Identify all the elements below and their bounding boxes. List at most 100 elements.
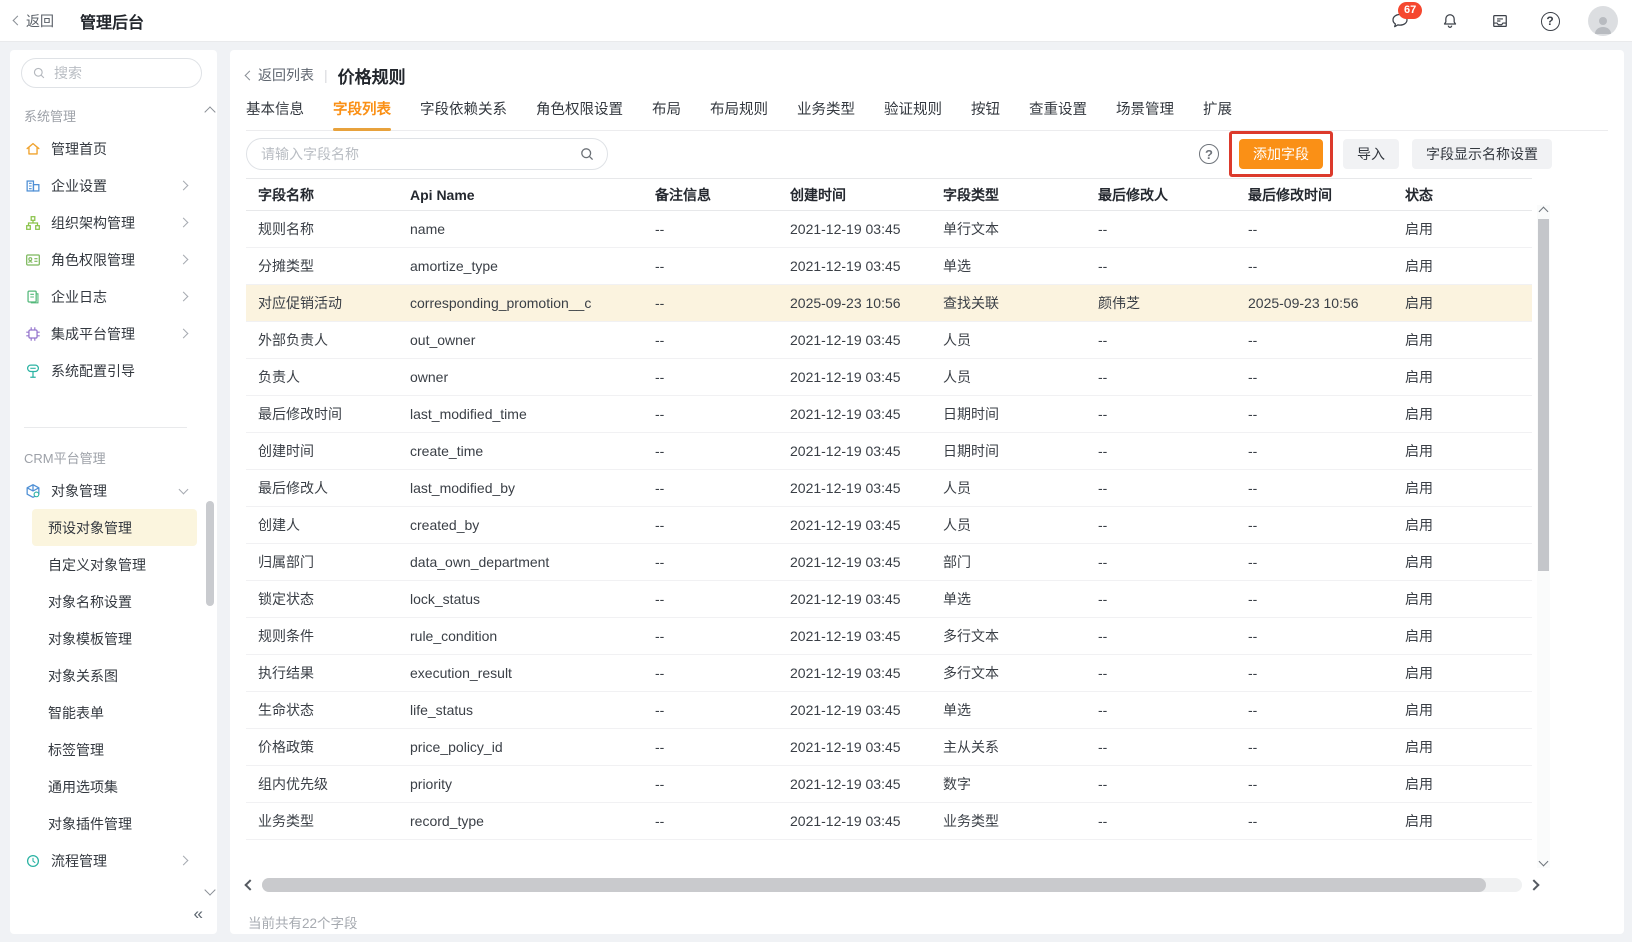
sidebar-subitem-smart-form[interactable]: 智能表单	[32, 694, 197, 731]
tab-field-list[interactable]: 字段列表	[333, 98, 391, 131]
table-header-row: 字段名称Api Name备注信息创建时间字段类型最后修改人最后修改时间状态	[246, 178, 1532, 211]
sidebar-subitem-object-template[interactable]: 对象模板管理	[32, 620, 197, 657]
sidebar-item-enterprise-log[interactable]: 企业日志	[10, 278, 203, 315]
scroll-down-icon[interactable]	[204, 884, 215, 895]
back-chevron-icon	[13, 16, 23, 26]
header-divider: |	[324, 67, 328, 83]
table-row[interactable]: 执行结果execution_result--2021-12-19 03:45多行…	[246, 655, 1532, 692]
back-to-list-button[interactable]: 返回列表	[246, 65, 314, 85]
sidebar-subitem-object-plugin[interactable]: 对象插件管理	[32, 805, 197, 842]
topbar-back-button[interactable]: 返回	[14, 11, 54, 31]
table-row[interactable]: 创建时间create_time--2021-12-19 03:45日期时间---…	[246, 433, 1532, 470]
scroll-right-icon[interactable]	[1528, 879, 1539, 890]
table-row[interactable]: 锁定状态lock_status--2021-12-19 03:45单选----启…	[246, 581, 1532, 618]
scrollbar-thumb[interactable]	[1538, 219, 1549, 571]
table-row[interactable]: 业务类型record_type--2021-12-19 03:45业务类型---…	[246, 803, 1532, 840]
table-cell: 启用	[1405, 441, 1532, 461]
tab-field-dependency[interactable]: 字段依赖关系	[420, 98, 507, 131]
help-icon[interactable]: ?	[1538, 9, 1562, 33]
table-cell: life_status	[410, 702, 655, 718]
table-vertical-scrollbar[interactable]	[1537, 205, 1550, 868]
table-cell: lock_status	[410, 591, 655, 607]
inbox-icon[interactable]	[1488, 9, 1512, 33]
table-row[interactable]: 价格政策price_policy_id--2021-12-19 03:45主从关…	[246, 729, 1532, 766]
scroll-up-icon[interactable]	[204, 106, 215, 117]
sidebar-item-label: 对象管理	[51, 481, 171, 501]
table-cell: --	[655, 480, 790, 496]
sidebar-subitem-preset-object[interactable]: 预设对象管理	[32, 509, 197, 546]
tab-business-type[interactable]: 业务类型	[797, 98, 855, 131]
table-row[interactable]: 对应促销活动corresponding_promotion__c--2025-0…	[246, 285, 1532, 322]
table-cell: 最后修改人	[258, 478, 410, 498]
sidebar-subitem-common-options[interactable]: 通用选项集	[32, 768, 197, 805]
scroll-up-icon[interactable]	[1539, 207, 1549, 217]
table-horizontal-scrollbar[interactable]	[246, 877, 1538, 893]
tab-role-permission[interactable]: 角色权限设置	[536, 98, 623, 131]
field-count-note: 当前共有22个字段	[248, 912, 358, 932]
sidebar-item-enterprise-settings[interactable]: 企业设置	[10, 167, 203, 204]
table-cell: --	[1248, 443, 1405, 459]
sidebar-subitem-label: 智能表单	[48, 703, 104, 723]
tab-scene-management[interactable]: 场景管理	[1116, 98, 1174, 131]
sidebar-subitem-tag-management[interactable]: 标签管理	[32, 731, 197, 768]
sidebar-search[interactable]	[21, 58, 202, 88]
table-row[interactable]: 规则名称name--2021-12-19 03:45单行文本----启用	[246, 211, 1532, 248]
avatar[interactable]	[1588, 6, 1618, 36]
help-icon[interactable]: ?	[1199, 144, 1219, 164]
table-cell: --	[1248, 813, 1405, 829]
tab-validation-rules[interactable]: 验证规则	[884, 98, 942, 131]
table-row[interactable]: 外部负责人out_owner--2021-12-19 03:45人员----启用	[246, 322, 1532, 359]
page-title: 价格规则	[338, 63, 406, 88]
scroll-down-icon[interactable]	[1539, 857, 1549, 867]
table-cell: --	[655, 443, 790, 459]
sidebar-item-admin-home[interactable]: 管理首页	[10, 130, 203, 167]
tab-layout[interactable]: 布局	[652, 98, 681, 131]
tab-layout-rules[interactable]: 布局规则	[710, 98, 768, 131]
table-row[interactable]: 生命状态life_status--2021-12-19 03:45单选----启…	[246, 692, 1532, 729]
table-cell: 外部负责人	[258, 330, 410, 350]
sidebar-scrollbar[interactable]	[204, 106, 216, 896]
table-row[interactable]: 规则条件rule_condition--2021-12-19 03:45多行文本…	[246, 618, 1532, 655]
sidebar-subitem-object-name[interactable]: 对象名称设置	[32, 583, 197, 620]
field-search-input[interactable]	[259, 145, 579, 163]
sidebar-subitem-custom-object[interactable]: 自定义对象管理	[32, 546, 197, 583]
scrollbar-thumb[interactable]	[262, 878, 1486, 892]
table-row[interactable]: 归属部门data_own_department--2021-12-19 03:4…	[246, 544, 1532, 581]
sidebar-item-process-management[interactable]: 流程管理	[10, 842, 203, 870]
column-header: 状态	[1405, 185, 1532, 205]
table-row[interactable]: 创建人created_by--2021-12-19 03:45人员----启用	[246, 507, 1532, 544]
table-row[interactable]: 组内优先级priority--2021-12-19 03:45数字----启用	[246, 766, 1532, 803]
field-search[interactable]	[246, 138, 608, 170]
sidebar-subitem-object-relation[interactable]: 对象关系图	[32, 657, 197, 694]
table-cell: --	[655, 369, 790, 385]
annotation-highlight-box: 添加字段	[1229, 131, 1333, 177]
table-row[interactable]: 分摊类型amortize_type--2021-12-19 03:45单选---…	[246, 248, 1532, 285]
sidebar-item-system-config-guide[interactable]: 系统配置引导	[10, 352, 203, 389]
table-cell: --	[1098, 813, 1248, 829]
sidebar-item-org-structure[interactable]: 组织架构管理	[10, 204, 203, 241]
process-icon	[24, 852, 42, 870]
sidebar-search-input[interactable]	[52, 64, 191, 82]
table-row[interactable]: 负责人owner--2021-12-19 03:45人员----启用	[246, 359, 1532, 396]
sidebar-item-object-management[interactable]: 对象管理	[10, 472, 203, 509]
table-row[interactable]: 最后修改人last_modified_by--2021-12-19 03:45人…	[246, 470, 1532, 507]
table-cell: --	[1098, 702, 1248, 718]
tab-buttons[interactable]: 按钮	[971, 98, 1000, 131]
table-row[interactable]: 最后修改时间last_modified_time--2021-12-19 03:…	[246, 396, 1532, 433]
tab-basic-info[interactable]: 基本信息	[246, 98, 304, 131]
import-button[interactable]: 导入	[1343, 139, 1399, 169]
sidebar-item-integration-platform[interactable]: 集成平台管理	[10, 315, 203, 352]
table-cell: 业务类型	[258, 811, 410, 831]
sidebar-collapse-button[interactable]: «	[194, 904, 203, 924]
sidebar-item-role-permission-mgmt[interactable]: 角色权限管理	[10, 241, 203, 278]
scroll-left-icon[interactable]	[244, 879, 255, 890]
table-cell: 2021-12-19 03:45	[790, 702, 943, 718]
tab-extension[interactable]: 扩展	[1203, 98, 1232, 131]
scrollbar-thumb[interactable]	[206, 501, 214, 606]
topbar-actions: 67 ?	[1388, 0, 1618, 42]
bell-icon[interactable]	[1438, 9, 1462, 33]
add-field-button[interactable]: 添加字段	[1239, 139, 1323, 169]
comment-icon[interactable]: 67	[1388, 9, 1412, 33]
tab-dedup-settings[interactable]: 查重设置	[1029, 98, 1087, 131]
display-name-settings-button[interactable]: 字段显示名称设置	[1412, 139, 1552, 169]
